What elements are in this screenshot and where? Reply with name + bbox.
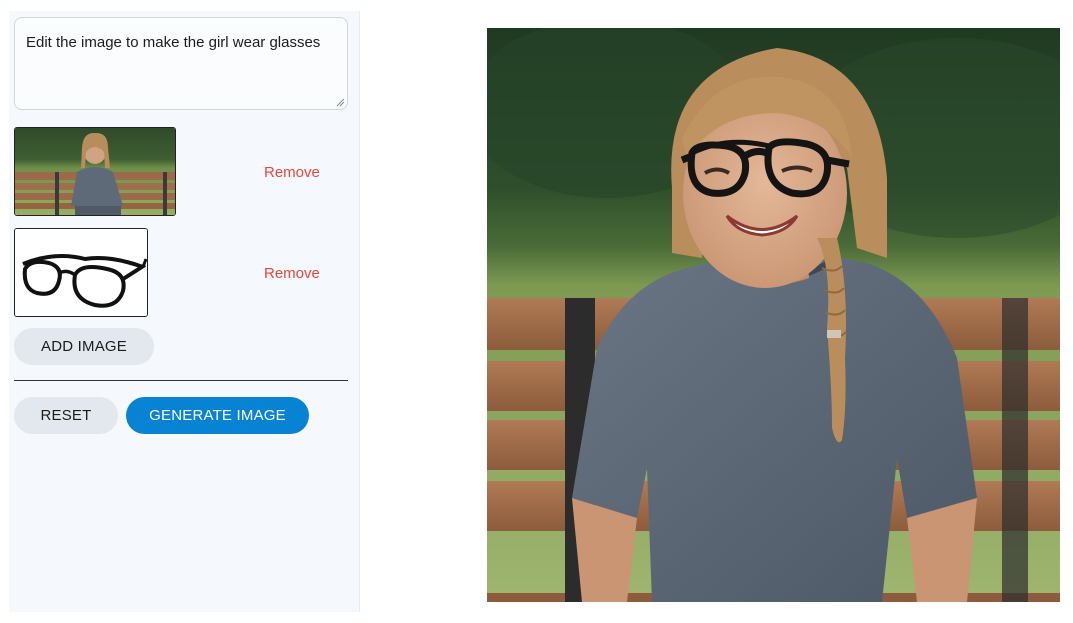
reset-button[interactable]: RESET: [14, 397, 118, 434]
resize-grip-icon[interactable]: [336, 98, 345, 107]
girl-photo-thumbnail: [15, 128, 175, 215]
add-image-button[interactable]: ADD IMAGE: [14, 328, 154, 365]
glasses-icon: [15, 229, 147, 316]
editor-panel: Edit the image to make the girl wear gla…: [9, 11, 360, 612]
girl-with-glasses-photo: [487, 28, 1060, 602]
reference-image-thumbnail: [14, 228, 148, 317]
remove-image-1-link[interactable]: Remove: [264, 164, 320, 181]
source-image-thumbnail: [14, 127, 176, 216]
remove-image-2-link[interactable]: Remove: [264, 265, 320, 282]
generate-image-button[interactable]: GENERATE IMAGE: [126, 397, 309, 434]
generated-image: [487, 28, 1060, 602]
divider: [14, 380, 348, 381]
prompt-textarea[interactable]: Edit the image to make the girl wear gla…: [14, 17, 348, 110]
prompt-text: Edit the image to make the girl wear gla…: [26, 34, 321, 51]
